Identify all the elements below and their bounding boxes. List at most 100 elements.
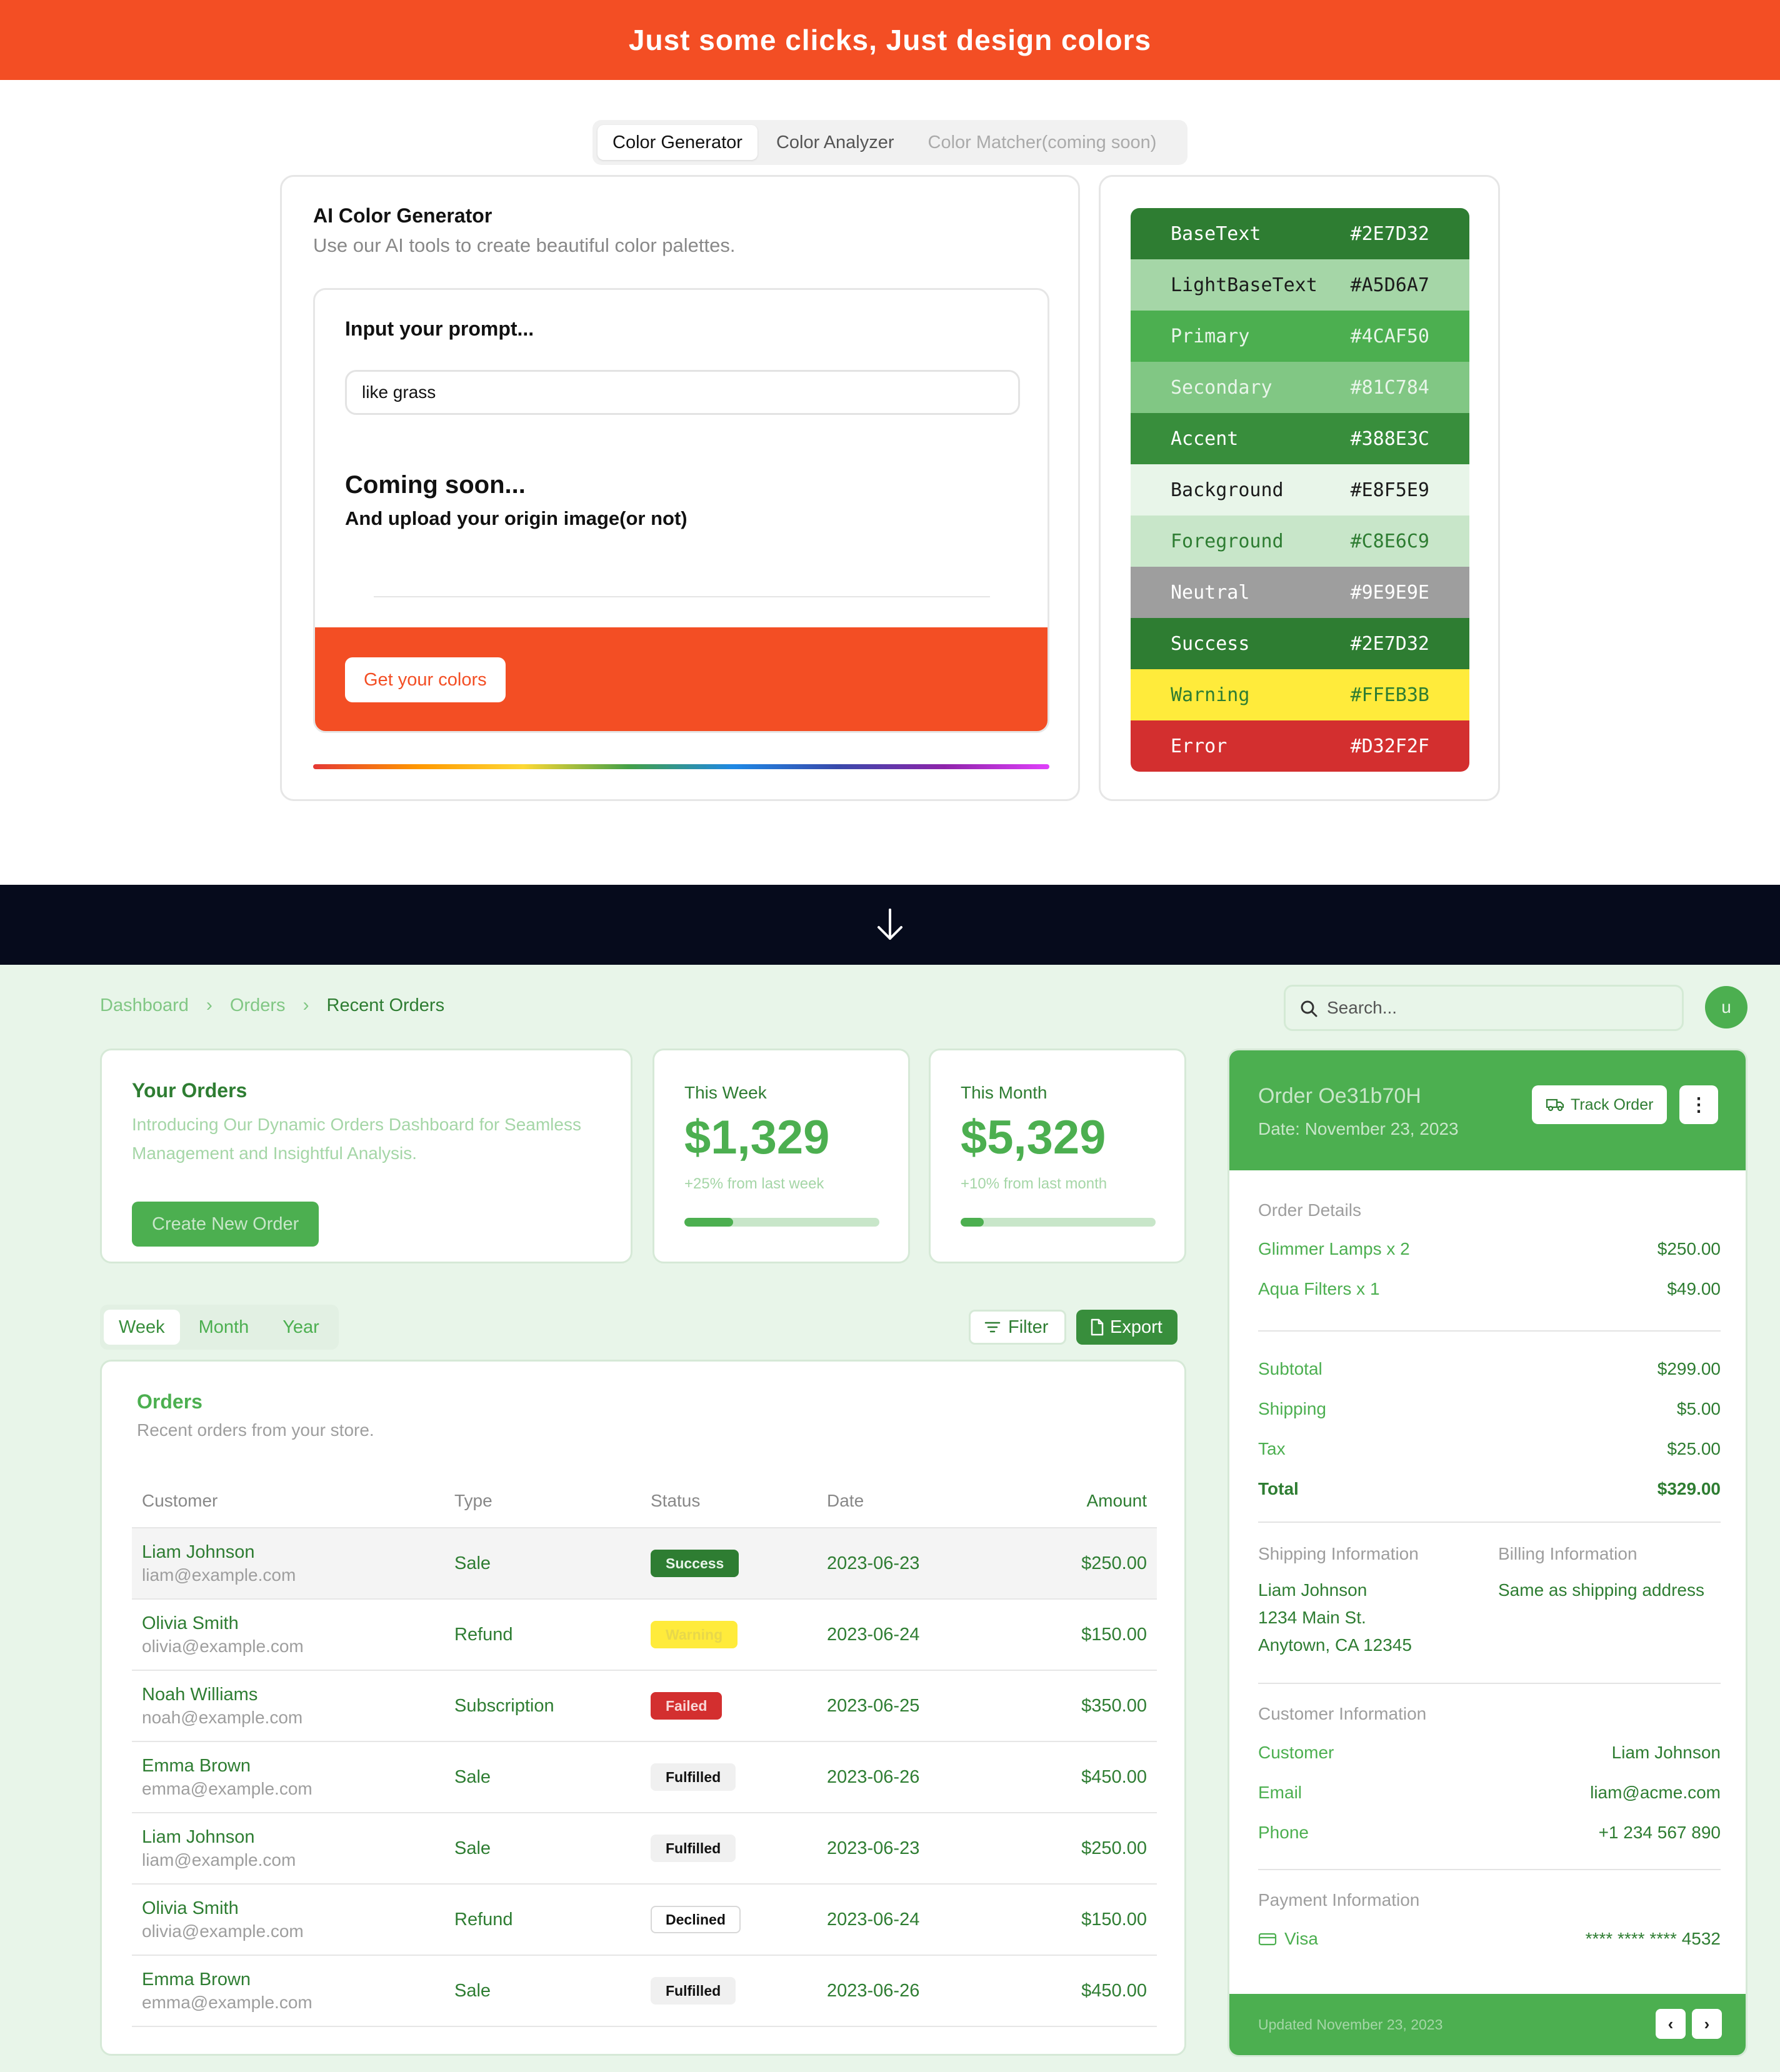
filter-button[interactable]: Filter [969,1310,1067,1345]
section-divider [0,885,1780,965]
summary-label: Tax [1258,1439,1286,1458]
divider [1258,1522,1721,1523]
shipping-line: Liam Johnson [1258,1580,1368,1600]
swatch-hex: #FFEB3B [1350,684,1429,706]
summary-value: $25.00 [1667,1439,1721,1458]
info-value[interactable]: +1 234 567 890 [1599,1823,1721,1843]
table-row[interactable]: Olivia Smith olivia@example.com Refund Warn… [132,1599,1157,1671]
tab-color-analyzer[interactable]: Color Analyzer [761,125,909,160]
cell-date: 2023-06-26 [817,1741,1004,1813]
customer-phone-row: Phone +1 234 567 890 [1258,1813,1721,1853]
tool-tabs: Color Generator Color Analyzer Color Mat… [592,120,1188,165]
item-value: $250.00 [1657,1239,1721,1258]
color-palette: BaseText #2E7D32 LightBaseText #A5D6A7 Prima… [1131,208,1469,772]
table-row[interactable]: Liam Johnson liam@example.com Sale Success 2… [132,1528,1157,1600]
tab-month[interactable]: Month [184,1310,264,1345]
track-order-button[interactable]: Track Order [1532,1085,1668,1124]
info-value[interactable]: liam@acme.com [1590,1783,1721,1803]
progress-bar [684,1218,879,1227]
color-swatch[interactable]: Primary #4CAF50 [1131,311,1469,362]
stat-card-week: This Week $1,329 +25% from last week [652,1048,910,1263]
color-swatch[interactable]: Accent #388E3C [1131,413,1469,464]
table-row[interactable]: Emma Brown emma@example.com Sale Fulfilled 2… [132,1955,1157,2027]
summary-shipping: Shipping $5.00 [1258,1389,1721,1429]
order-item: Glimmer Lamps x 2 $250.00 [1258,1229,1721,1269]
color-swatch[interactable]: Warning #FFEB3B [1131,669,1469,720]
card-number: **** **** **** 4532 [1585,1929,1721,1948]
cell-amount: $450.00 [1004,1955,1157,2027]
next-order-button[interactable]: › [1692,2009,1722,2039]
customer-name-row: Customer Liam Johnson [1258,1733,1721,1773]
table-row[interactable]: Liam Johnson liam@example.com Sale Fulfille… [132,1813,1157,1885]
export-button[interactable]: Export [1076,1310,1178,1345]
table-row[interactable]: Olivia Smith olivia@example.com Refund Decl… [132,1884,1157,1956]
cell-status: Fulfilled [641,1955,817,2027]
swatch-name: Secondary [1171,376,1272,399]
cell-type: Sale [444,1813,641,1885]
cell-status: Fulfilled [641,1813,817,1885]
status-badge: Failed [651,1692,722,1720]
column-header-type: Type [444,1474,641,1528]
tab-color-generator[interactable]: Color Generator [598,125,758,160]
summary-label: Shipping [1258,1399,1326,1418]
customer-email: emma@example.com [142,1992,312,2012]
color-swatch[interactable]: LightBaseText #A5D6A7 [1131,259,1469,311]
tab-year[interactable]: Year [268,1310,334,1345]
color-swatch[interactable]: BaseText #2E7D32 [1131,208,1469,259]
breadcrumb-orders[interactable]: Orders [230,995,286,1016]
coming-soon-title: Coming soon... [345,471,526,499]
cell-customer: Olivia Smith olivia@example.com [132,1599,444,1671]
cell-type: Sale [444,1528,641,1600]
breadcrumb-dashboard[interactable]: Dashboard [100,995,189,1016]
orders-title: Orders [137,1390,202,1413]
cell-customer: Noah Williams noah@example.com [132,1670,444,1742]
color-swatch[interactable]: Background #E8F5E9 [1131,464,1469,516]
swatch-name: Primary [1171,325,1250,347]
column-header-status: Status [641,1474,817,1528]
color-swatch[interactable]: Foreground #C8E6C9 [1131,516,1469,567]
cell-customer: Olivia Smith olivia@example.com [132,1884,444,1956]
stat-label: This Week [684,1083,767,1102]
search-icon [1301,1000,1318,1017]
customer-email: olivia@example.com [142,1636,304,1656]
customer-name: Noah Williams [142,1684,258,1705]
table-header-row: Customer Type Status Date Amount [132,1474,1157,1528]
divider [1258,1683,1721,1684]
order-details-title: Order Details [1258,1200,1361,1220]
cell-amount: $450.00 [1004,1741,1157,1813]
more-options-button[interactable]: ⋮ [1679,1085,1718,1124]
tab-week[interactable]: Week [104,1310,180,1345]
color-swatch[interactable]: Secondary #81C784 [1131,362,1469,413]
table-row[interactable]: Emma Brown emma@example.com Sale Fulfilled 2… [132,1741,1157,1813]
order-item: Aqua Filters x 1 $49.00 [1258,1269,1721,1309]
column-header-amount: Amount [1004,1474,1157,1528]
customer-email: emma@example.com [142,1778,312,1798]
swatch-name: Success [1171,632,1250,655]
color-swatch[interactable]: Error #D32F2F [1131,720,1469,772]
color-swatch[interactable]: Neutral #9E9E9E [1131,567,1469,618]
prompt-label: Input your prompt... [345,317,534,340]
cell-amount: $150.00 [1004,1599,1157,1671]
cell-amount: $250.00 [1004,1813,1157,1885]
summary-value: $5.00 [1676,1399,1721,1418]
prompt-input[interactable] [345,370,1020,415]
table-row[interactable]: Noah Williams noah@example.com Subscriptio… [132,1670,1157,1742]
generator-subtitle: Use our AI tools to create beautiful col… [313,234,736,256]
status-badge: Fulfilled [651,1977,736,2005]
previous-order-button[interactable]: ‹ [1656,2009,1686,2039]
stat-value: $1,329 [684,1111,830,1164]
chevron-left-icon: ‹ [1668,2014,1674,2033]
swatch-hex: #81C784 [1350,376,1429,399]
cell-type: Refund [444,1884,641,1956]
filter-label: Filter [1008,1317,1049,1337]
create-new-order-button[interactable]: Create New Order [132,1202,319,1247]
swatch-hex: #9E9E9E [1350,581,1429,604]
get-colors-button[interactable]: Get your colors [345,657,506,702]
search-input[interactable] [1327,998,1682,1018]
color-swatch[interactable]: Success #2E7D32 [1131,618,1469,669]
avatar[interactable]: u [1705,986,1748,1029]
swatch-hex: #388E3C [1350,427,1429,450]
customer-name: Olivia Smith [142,1898,239,1918]
swatch-hex: #E8F5E9 [1350,479,1429,501]
tab-color-matcher: Color Matcher(coming soon) [928,132,1157,152]
